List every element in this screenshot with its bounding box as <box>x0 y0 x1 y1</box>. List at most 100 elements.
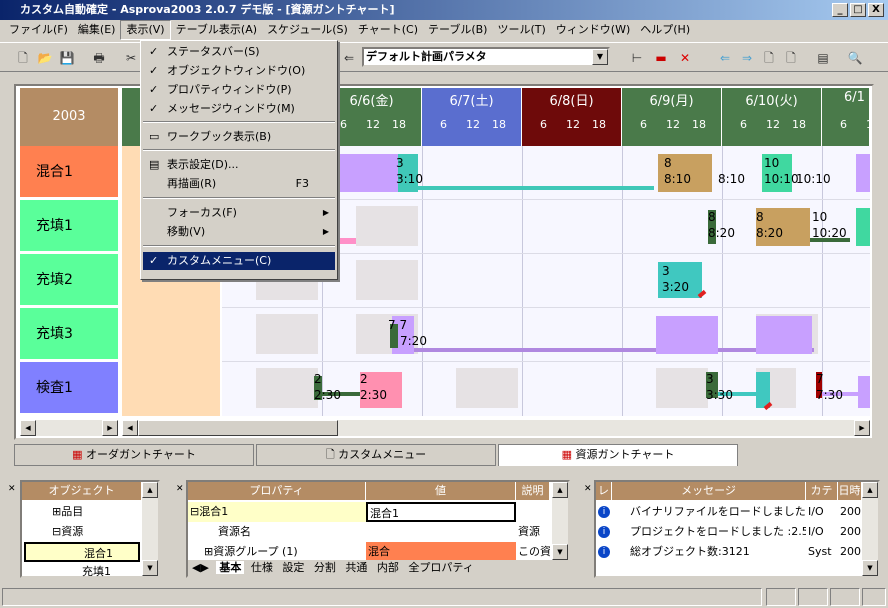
page-icon[interactable]: 🗋 <box>760 49 778 67</box>
tree-item-resources[interactable]: ⊟資源 <box>52 522 142 542</box>
menu-item-message-window[interactable]: ✓ メッセージウィンドウ(M) <box>143 100 335 118</box>
scroll-left-icon[interactable]: ◀ <box>122 420 138 436</box>
resource-row-label[interactable]: 充填2 <box>20 254 118 306</box>
scroll-right-icon[interactable]: ▶ <box>102 420 118 436</box>
print-icon[interactable]: 🖶 <box>90 49 108 67</box>
day-header: 6/7(土) 6 12 18 <box>422 88 522 146</box>
resize-grip[interactable] <box>862 588 886 606</box>
menu-item-custom-menu[interactable]: ✓ カスタムメニュー(C) <box>143 252 335 270</box>
scroll-down-icon[interactable]: ▼ <box>552 544 568 560</box>
menu-item-property-window[interactable]: ✓ プロパティウィンドウ(P) <box>143 81 335 99</box>
object-panel-close[interactable]: ✕ <box>8 484 18 574</box>
object-v-scrollbar[interactable]: ▲ ▼ <box>142 482 158 576</box>
menu-help[interactable]: ヘルプ(H) <box>635 21 695 39</box>
day-label: 6/9(月) <box>649 94 694 109</box>
menu-schedule[interactable]: スケジュール(S) <box>262 21 353 39</box>
maximize-button[interactable]: □ <box>850 3 866 17</box>
menu-item-status-bar[interactable]: ✓ ステータスバー(S) <box>143 43 335 61</box>
property-v-scrollbar[interactable]: ▲ ▼ <box>552 482 568 560</box>
tick-label: 12 <box>866 118 869 131</box>
message-text[interactable]: バイナリファイルをロードしました <box>630 502 806 522</box>
arrow-left-icon[interactable]: ⇐ <box>716 49 734 67</box>
property-name[interactable]: ⊞資源グループ (1) <box>188 542 366 562</box>
menu-chart[interactable]: チャート(C) <box>353 21 423 39</box>
menu-tools[interactable]: ツール(T) <box>492 21 550 39</box>
menu-table-view[interactable]: テーブル表示(A) <box>171 21 262 39</box>
scroll-left-icon[interactable]: ◀ <box>20 420 36 436</box>
property-value[interactable]: 混合1 <box>366 502 516 522</box>
chevron-down-icon[interactable]: ▼ <box>592 49 608 65</box>
menu-item-workbook[interactable]: ▭ ワークブック表示(B) <box>143 128 335 146</box>
tick-label: 12 <box>566 118 580 131</box>
page2-icon[interactable]: 🗋 <box>782 49 800 67</box>
gantt-h-scrollbar[interactable]: ◀ ▶ <box>122 420 870 436</box>
message-text[interactable]: 総オブジェクト数:3121 <box>630 542 806 562</box>
delete-icon[interactable]: ✕ <box>676 49 694 67</box>
scroll-down-icon[interactable]: ▼ <box>862 560 878 576</box>
scroll-up-icon[interactable]: ▲ <box>862 482 878 498</box>
operation-bar[interactable] <box>858 376 870 408</box>
menu-item-object-window[interactable]: ✓ オブジェクトウィンドウ(O) <box>143 62 335 80</box>
message-text[interactable]: プロジェクトをロードしました :2.5 <box>630 522 806 542</box>
operation-bar[interactable] <box>756 316 812 354</box>
close-button[interactable]: X <box>868 3 884 17</box>
menu-item-move[interactable]: 移動(V) ▶ <box>143 223 335 241</box>
property-name[interactable]: ⊟混合1 <box>188 502 366 522</box>
resource-row-label[interactable]: 充填1 <box>20 200 118 252</box>
open-folder-icon[interactable]: 📂 <box>36 49 54 67</box>
plan-parameter-combo[interactable]: デフォルト計画パラメタ ▼ <box>362 47 610 67</box>
zoom-icon[interactable]: 🔍 <box>846 49 864 67</box>
menu-view[interactable]: 表示(V) <box>120 20 171 40</box>
menu-item-display-settings[interactable]: ▤ 表示設定(D)... <box>143 156 335 174</box>
operation-bar[interactable] <box>856 154 870 192</box>
window-icon[interactable]: ▤ <box>814 49 832 67</box>
tree-item[interactable]: 充填1 <box>82 562 142 582</box>
operation-bar[interactable] <box>856 208 870 246</box>
operation-bar[interactable] <box>656 316 718 354</box>
scroll-right-icon[interactable]: ▶ <box>854 420 870 436</box>
menu-file[interactable]: ファイル(F) <box>4 21 73 39</box>
message-v-scrollbar[interactable]: ▲ ▼ <box>862 482 878 576</box>
tab-basic[interactable]: 基本 <box>216 561 245 574</box>
tab-custom-menu[interactable]: 🗋 カスタムメニュー <box>256 444 496 466</box>
scroll-up-icon[interactable]: ▲ <box>142 482 158 498</box>
scroll-down-icon[interactable]: ▼ <box>142 560 158 576</box>
resource-row-label[interactable]: 検査1 <box>20 362 118 414</box>
bars-icon[interactable]: ▬ <box>652 49 670 67</box>
tree-icon[interactable]: ⊢ <box>628 49 646 67</box>
arrow-right-icon[interactable]: ⇒ <box>738 49 756 67</box>
info-icon: i <box>598 526 610 538</box>
menu-table[interactable]: テーブル(B) <box>423 21 492 39</box>
tab-nav-left[interactable]: ◀▶ <box>188 561 213 574</box>
tick-label: 6 <box>540 118 547 131</box>
property-panel-close[interactable]: ✕ <box>176 484 184 494</box>
row-header-scrollbar[interactable]: ◀ ▶ <box>20 420 118 436</box>
tree-item-items[interactable]: ⊞品目 <box>52 502 142 522</box>
property-value[interactable]: 混合 <box>366 542 516 562</box>
tab-internal[interactable]: 内部 <box>374 561 402 574</box>
scroll-thumb[interactable] <box>138 420 338 436</box>
cut-icon[interactable]: ✂ <box>122 49 140 67</box>
tab-common[interactable]: 共通 <box>342 561 370 574</box>
property-name[interactable]: 資源名 <box>188 522 366 542</box>
tab-order-gantt[interactable]: ▦ オーダガントチャート <box>14 444 254 466</box>
tree-item-selected[interactable]: 混合1 <box>24 542 140 562</box>
new-file-icon[interactable]: 🗋 <box>14 49 32 67</box>
menu-item-focus[interactable]: フォーカス(F) ▶ <box>143 204 335 222</box>
menu-edit[interactable]: 編集(E) <box>73 21 121 39</box>
tab-resource-gantt[interactable]: ▦ 資源ガントチャート <box>498 444 738 466</box>
param-icon[interactable]: ⇐ <box>340 49 358 67</box>
tab-spec[interactable]: 仕様 <box>248 561 276 574</box>
tab-all-properties[interactable]: 全プロパティ <box>405 561 476 574</box>
operation-bar[interactable] <box>340 154 398 192</box>
save-icon[interactable]: 💾 <box>58 49 76 67</box>
scroll-up-icon[interactable]: ▲ <box>552 482 568 498</box>
resource-row-label[interactable]: 混合1 <box>20 146 118 198</box>
message-panel-close[interactable]: ✕ <box>584 484 592 494</box>
menu-item-redraw[interactable]: 再描画(R) F3 <box>143 175 335 193</box>
tab-split[interactable]: 分割 <box>311 561 339 574</box>
minimize-button[interactable]: _ <box>832 3 848 17</box>
tab-setting[interactable]: 設定 <box>279 561 307 574</box>
resource-row-label[interactable]: 充填3 <box>20 308 118 360</box>
menu-window[interactable]: ウィンドウ(W) <box>551 21 635 39</box>
